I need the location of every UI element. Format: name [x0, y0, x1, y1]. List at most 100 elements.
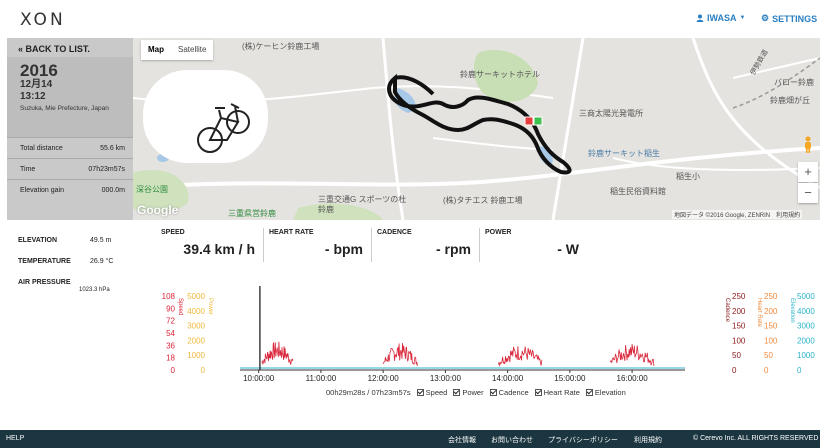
stat-time: Time 07h23m57s	[7, 158, 133, 179]
footer-link-privacy[interactable]: プライバシーポリシー	[548, 435, 618, 445]
help-link[interactable]: HELP	[6, 435, 24, 442]
stat-total-distance: Total distance 55.6 km	[7, 137, 133, 158]
map-place-label: 深谷公園	[136, 185, 168, 194]
y-tick-label: 72	[166, 317, 175, 326]
app-logo[interactable]: XON	[20, 10, 66, 30]
axis-title: Cadence	[724, 298, 730, 323]
live-speed: SPEED 39.4 km / h	[155, 225, 263, 265]
playback-position: 00h29m28s / 07h23m57s	[326, 388, 411, 397]
activity-date: 12月14	[20, 79, 53, 90]
map-place-label: 三重県営鈴鹿	[228, 209, 276, 218]
toggle-speed[interactable]: Speed	[416, 388, 448, 397]
map-place-label: 鈴鹿畑が丘	[770, 96, 810, 105]
y-tick-label: 1000	[187, 351, 205, 360]
top-bar: XON IWASA ▼ ⚙ SETTINGS	[0, 0, 820, 38]
live-value: - rpm	[436, 241, 471, 257]
toggle-heart-rate[interactable]: Heart Rate	[534, 388, 580, 397]
live-label: HEART RATE	[269, 229, 314, 236]
map-place-label: バロー鈴鹿	[774, 78, 814, 87]
x-tick-label: 10:00:00	[243, 374, 275, 383]
y-tick-label: 100	[732, 336, 746, 345]
footer: HELP 会社情報 お問い合わせ プライバシーポリシー 利用規約 © Cerev…	[0, 430, 820, 448]
toggle-power[interactable]: Power	[453, 388, 484, 397]
footer-link-terms[interactable]: 利用規約	[634, 435, 662, 445]
axis-title: Speed	[177, 298, 183, 315]
y-tick-label: 100	[764, 336, 778, 345]
y-tick-label: 4000	[797, 307, 815, 316]
settings-link[interactable]: ⚙ SETTINGS	[761, 13, 817, 24]
speed-series	[261, 341, 655, 367]
toggle-label: Cadence	[498, 388, 529, 397]
toggle-elevation[interactable]: Elevation	[585, 388, 626, 397]
bicycle-icon	[197, 103, 250, 153]
map-type-toggle: Map Satellite	[141, 40, 214, 60]
back-label: BACK TO LIST.	[25, 44, 90, 54]
y-tick-label: 50	[764, 351, 773, 360]
tab-map[interactable]: Map	[141, 40, 171, 60]
chevron-down-icon: ▼	[739, 15, 746, 21]
map-place-label: 稲生小	[676, 172, 700, 181]
footer-link-company[interactable]: 会社情報	[448, 435, 476, 445]
y-tick-label: 3000	[187, 322, 205, 331]
y-tick-label: 3000	[797, 322, 815, 331]
x-tick-label: 15:00:00	[554, 374, 586, 383]
y-tick-label: 0	[797, 366, 802, 375]
map-place-label: (株)タチエス 鈴鹿工場	[443, 196, 523, 205]
activity-location: Suzuka, Mie Prefecture, Japan	[20, 105, 109, 112]
back-to-list-link[interactable]: « BACK TO LIST.	[18, 44, 90, 54]
footer-link-contact[interactable]: お問い合わせ	[491, 435, 533, 445]
y-tick-label: 250	[764, 292, 778, 301]
zoom-in-button[interactable]: +	[798, 162, 818, 182]
y-tick-label: 200	[764, 307, 778, 316]
live-value: 39.4 km / h	[183, 241, 255, 257]
map-place-label: (株)ケーヒン鈴鹿工場	[242, 42, 320, 51]
y-tick-label: 54	[166, 329, 175, 338]
map-place-label: 三重交通G スポーツの杜 鈴鹿	[318, 195, 407, 214]
map-place-label: 稲生民俗資料館	[610, 187, 666, 196]
live-cadence: CADENCE - rpm	[371, 225, 479, 265]
metric-temperature-label: TEMPERATURE	[18, 258, 71, 265]
y-tick-label: 18	[166, 354, 175, 363]
checkbox-icon	[585, 389, 593, 396]
x-tick-label: 11:00:00	[306, 374, 337, 383]
google-logo: Google	[137, 203, 179, 217]
activity-time: 13:12	[20, 91, 46, 102]
live-heart-rate: HEART RATE - bpm	[263, 225, 371, 265]
y-tick-label: 108	[162, 292, 176, 301]
toggle-label: Power	[462, 388, 484, 397]
live-label: POWER	[485, 229, 512, 236]
stat-value: 000.0m	[101, 186, 125, 194]
y-tick-label: 90	[166, 304, 175, 313]
x-tick-label: 16:00:00	[617, 374, 649, 383]
axis-title: Power	[207, 298, 213, 315]
metric-elevation-value: 49.5 m	[90, 237, 112, 244]
user-menu[interactable]: IWASA ▼	[696, 13, 745, 23]
checkbox-icon	[453, 389, 461, 396]
map-copyright[interactable]: 地図データ ©2016 Google, ZENRIN 利用規約	[672, 210, 803, 219]
map-place-label: 鈴鹿サーキットホテル	[460, 70, 540, 79]
tab-satellite[interactable]: Satellite	[171, 40, 213, 60]
checkbox-icon	[534, 389, 542, 396]
checkbox-icon	[489, 389, 497, 396]
y-tick-label: 0	[201, 366, 206, 375]
y-tick-label: 1000	[797, 351, 815, 360]
metric-elevation-label: ELEVATION	[18, 237, 58, 244]
toggle-label: Speed	[425, 388, 448, 397]
gear-icon: ⚙	[761, 13, 770, 23]
activity-chart[interactable]: 10890725436180Speed500040003000200010000…	[140, 282, 820, 402]
stat-label: Elevation gain	[20, 186, 64, 194]
toggle-cadence[interactable]: Cadence	[489, 388, 529, 397]
live-label: SPEED	[161, 229, 185, 236]
chart-controls: 00h29m28s / 07h23m57s Speed Power Cadenc…	[326, 388, 626, 397]
street-view-pegman-icon[interactable]	[802, 136, 814, 154]
map-place-label: 三商太陽光発電所	[579, 109, 643, 118]
stat-label: Total distance	[20, 144, 63, 152]
live-label: CADENCE	[377, 229, 412, 236]
live-value: - bpm	[324, 241, 363, 257]
zoom-out-button[interactable]: −	[798, 183, 818, 203]
stat-value: 55.6 km	[100, 144, 125, 152]
y-tick-label: 50	[732, 351, 741, 360]
live-value: - W	[557, 241, 579, 257]
y-tick-label: 36	[166, 341, 175, 350]
metric-pressure-label: AIR PRESSURE	[18, 279, 71, 286]
